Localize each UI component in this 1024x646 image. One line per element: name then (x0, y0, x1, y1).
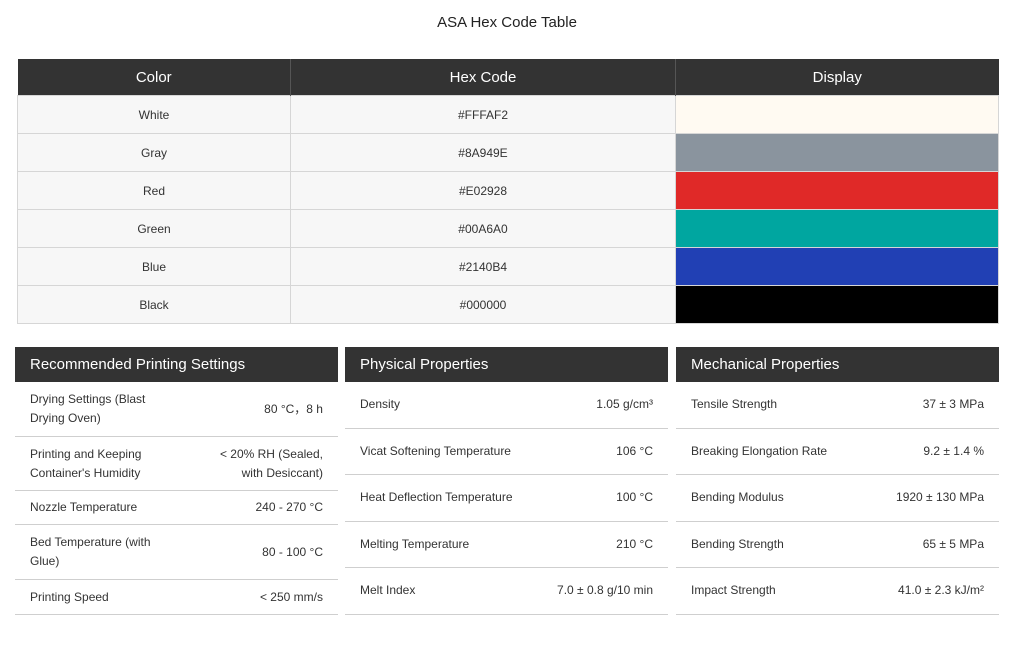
property-label: Melt Index (360, 583, 416, 598)
hex-code: #8A949E (290, 133, 676, 172)
table-header-row: Color Hex Code Display (17, 59, 999, 96)
property-value: 65 ± 5 MPa (922, 536, 984, 551)
table-row: Black #000000 (17, 285, 999, 324)
property-label: Nozzle Temperature (30, 500, 138, 514)
table-row: Blue #2140B4 (17, 247, 999, 286)
color-name: Blue (17, 247, 291, 286)
property-value: 9.2 ± 1.4 % (923, 443, 984, 458)
panel-title: Mechanical Properties (676, 347, 999, 382)
hex-code: #FFFAF2 (290, 95, 676, 134)
property-label: Drying Settings (Blast Drying Oven) (30, 392, 146, 425)
property-label: Bending Modulus (691, 490, 784, 505)
column-header-color: Color (17, 59, 291, 96)
mechanical-properties-panel: Mechanical Properties Tensile Strength 3… (676, 347, 999, 615)
property-value: 7.0 ± 0.8 g/10 min (557, 583, 653, 598)
property-label: Tensile Strength (691, 397, 778, 412)
table-row: Green #00A6A0 (17, 209, 999, 248)
panel-title: Physical Properties (345, 347, 668, 382)
color-swatch (675, 133, 999, 172)
list-item: Bending Modulus 1920 ± 130 MPa (676, 475, 999, 522)
property-label: Density (360, 397, 401, 412)
list-item: Tensile Strength 37 ± 3 MPa (676, 382, 999, 429)
color-name: Black (17, 285, 291, 324)
property-value: 106 °C (616, 443, 653, 458)
property-value: 41.0 ± 2.3 kJ/m² (898, 583, 984, 598)
list-item: Density 1.05 g/cm³ (345, 382, 668, 429)
property-value: 210 °C (616, 536, 653, 551)
color-name: Green (17, 209, 291, 248)
property-value: 1920 ± 130 MPa (896, 490, 984, 505)
list-item: Heat Deflection Temperature 100 °C (345, 475, 668, 522)
hex-code: #00A6A0 (290, 209, 676, 248)
hex-code: #2140B4 (290, 247, 676, 286)
panel-title: Recommended Printing Settings (15, 347, 338, 382)
table-row: Gray #8A949E (17, 133, 999, 172)
property-value: 80 °C，8 h (264, 401, 323, 416)
property-label: Bending Strength (691, 536, 784, 551)
column-header-hex-code: Hex Code (290, 59, 676, 96)
table-row: White #FFFAF2 (17, 95, 999, 134)
color-swatch (675, 209, 999, 248)
printing-settings-panel: Recommended Printing Settings Drying Set… (15, 347, 338, 615)
list-item: Melting Temperature 210 °C (345, 522, 668, 568)
list-item: Melt Index 7.0 ± 0.8 g/10 min (345, 568, 668, 615)
property-label: Printing Speed (30, 589, 109, 604)
hex-code-table: Color Hex Code Display White #FFFAF2 Gra… (17, 59, 999, 324)
color-swatch (675, 247, 999, 286)
color-swatch (675, 285, 999, 324)
list-item: Drying Settings (Blast Drying Oven) 80 °… (15, 382, 338, 437)
property-value: 37 ± 3 MPa (922, 397, 984, 412)
list-item: Nozzle Temperature 240 - 270 °C (15, 491, 338, 525)
list-item: Breaking Elongation Rate 9.2 ± 1.4 % (676, 429, 999, 475)
list-item: Vicat Softening Temperature 106 °C (345, 429, 668, 475)
color-name: Red (17, 171, 291, 210)
color-name: White (17, 95, 291, 134)
property-label: Impact Strength (691, 583, 776, 598)
column-header-display: Display (675, 59, 999, 96)
property-label: Melting Temperature (360, 536, 470, 551)
physical-properties-panel: Physical Properties Density 1.05 g/cm³ V… (345, 347, 668, 615)
property-value: 100 °C (616, 490, 653, 505)
table-row: Red #E02928 (17, 171, 999, 210)
property-label: Printing and Keeping Container's Humidit… (30, 446, 142, 480)
property-value: < 20% RH (Sealed, with Desiccant) (219, 446, 323, 480)
color-swatch (675, 95, 999, 134)
property-label: Breaking Elongation Rate (691, 443, 828, 458)
property-label: Bed Temperature (with Glue) (30, 535, 151, 568)
color-swatch (675, 171, 999, 210)
property-label: Vicat Softening Temperature (360, 443, 511, 458)
property-value: < 250 mm/s (259, 589, 323, 604)
list-item: Printing Speed < 250 mm/s (15, 580, 338, 615)
hex-code: #000000 (290, 285, 676, 324)
list-item: Bed Temperature (with Glue) 80 - 100 °C (15, 525, 338, 580)
page-title: ASA Hex Code Table (437, 14, 577, 31)
list-item: Impact Strength 41.0 ± 2.3 kJ/m² (676, 568, 999, 615)
hex-code: #E02928 (290, 171, 676, 210)
list-item: Printing and Keeping Container's Humidit… (15, 437, 338, 491)
property-value: 240 - 270 °C (255, 500, 323, 514)
property-value: 80 - 100 °C (262, 544, 323, 559)
color-name: Gray (17, 133, 291, 172)
list-item: Bending Strength 65 ± 5 MPa (676, 522, 999, 568)
property-value: 1.05 g/cm³ (596, 397, 653, 412)
property-label: Heat Deflection Temperature (360, 490, 513, 505)
